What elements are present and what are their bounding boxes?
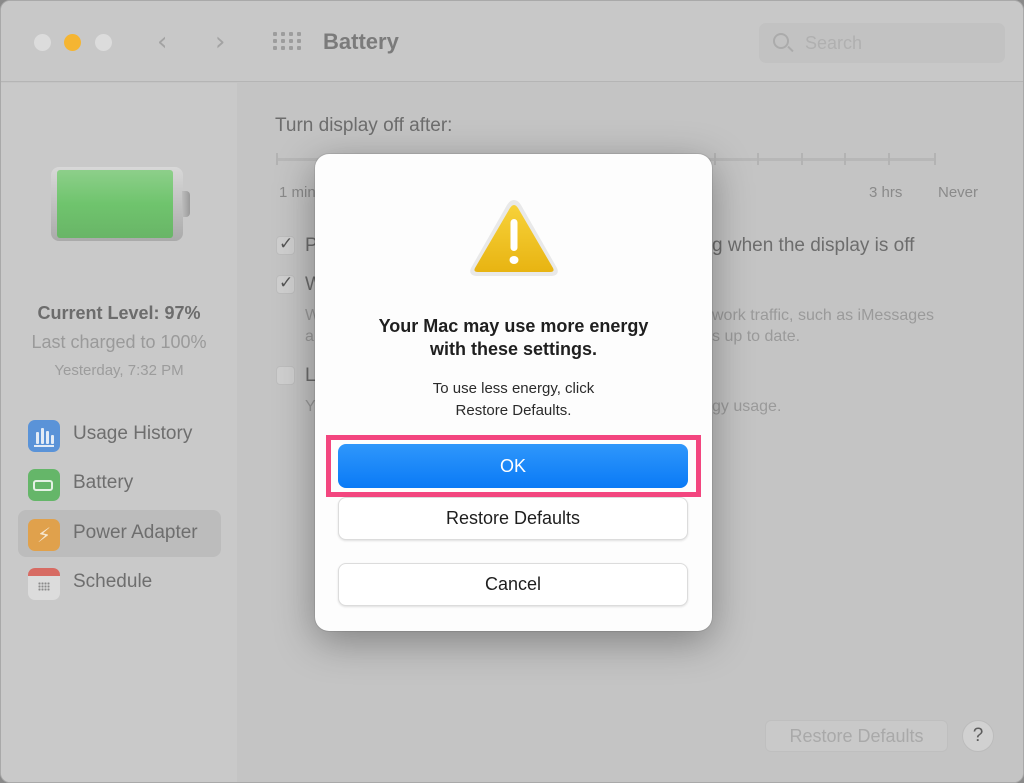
power-adapter-icon: ⚡ (28, 519, 60, 551)
option-2-desc-end: work traffic, such as iMessages (712, 307, 935, 324)
slider-tick-label: 1 min (279, 184, 316, 201)
option-2-checkbox[interactable] (276, 273, 295, 294)
option-3-label: L (305, 365, 316, 386)
slider-tick-label: 3 hrs (869, 184, 903, 201)
slider-tick (844, 153, 846, 165)
title-bar: ‹ › Battery Search (1, 1, 1023, 82)
warning-icon (470, 200, 558, 276)
sidebar-item-usage-history[interactable]: Usage History (18, 411, 221, 458)
show-all-grid-icon[interactable] (273, 32, 301, 52)
option-1-label-end: g when the display is off (712, 235, 915, 256)
cancel-button[interactable]: Cancel (338, 563, 688, 606)
option-3-checkbox[interactable] (276, 366, 295, 385)
restore-defaults-dialog-button[interactable]: Restore Defaults (338, 497, 688, 540)
sidebar-item-schedule[interactable]: Schedule (18, 559, 221, 606)
slider-tick-label: Never (938, 184, 979, 201)
minimize-window-button[interactable] (64, 34, 81, 51)
slider-tick (757, 153, 759, 165)
slider-tick (714, 153, 716, 165)
display-off-label: Turn display off after: (275, 115, 453, 136)
restore-defaults-button[interactable]: Restore Defaults (765, 720, 948, 752)
slider-tick (276, 153, 278, 165)
slider-tick (888, 153, 890, 165)
back-chevron-icon[interactable]: ‹ (157, 27, 167, 57)
dialog-title-line1: Your Mac may use more energy (378, 316, 649, 336)
current-level: Current Level: 97% (37, 303, 201, 323)
help-button[interactable]: ? (962, 720, 994, 752)
dialog-message-line2: Restore Defaults. (455, 402, 572, 419)
sidebar-item-label: Usage History (73, 423, 193, 444)
last-charged-time: Yesterday, 7:32 PM (54, 362, 184, 379)
zoom-window-button[interactable] (95, 34, 112, 51)
window-title: Battery (323, 29, 399, 54)
option-3-desc-end: gy usage. (712, 398, 782, 415)
system-preferences-window: ‹ › Battery Search Current Level: 97% La… (0, 0, 1024, 783)
dialog-message: To use less energy, click Restore Defaul… (315, 378, 712, 422)
battery-level-graphic (51, 167, 190, 241)
search-icon (773, 33, 789, 49)
close-window-button[interactable] (34, 34, 51, 51)
slider-tick (801, 153, 803, 165)
search-placeholder: Search (805, 33, 863, 53)
sidebar-item-battery[interactable]: Battery (18, 460, 221, 507)
sidebar-item-label: Battery (73, 472, 134, 493)
schedule-icon (28, 568, 60, 600)
search-input[interactable] (759, 23, 1005, 63)
usage-history-icon (28, 420, 60, 452)
battery-fill (57, 170, 174, 238)
dialog-message-line1: To use less energy, click (432, 380, 595, 397)
option-2-desc-line2: a (305, 328, 314, 345)
slider-tick (934, 153, 936, 165)
battery-icon (28, 469, 60, 501)
last-charged: Last charged to 100% (31, 332, 207, 352)
dialog-title: Your Mac may use more energy with these … (315, 315, 712, 361)
sidebar-item-power-adapter[interactable]: ⚡ Power Adapter (18, 510, 221, 557)
sidebar-item-label: Schedule (73, 571, 153, 592)
option-1-checkbox[interactable] (276, 234, 295, 255)
forward-chevron-icon[interactable]: › (215, 27, 225, 57)
ok-button[interactable]: OK (338, 444, 688, 488)
energy-warning-dialog: Your Mac may use more energy with these … (315, 154, 712, 631)
dialog-title-line2: with these settings. (429, 339, 598, 359)
option-2-desc-line2-end: s up to date. (712, 328, 801, 345)
sidebar-item-label: Power Adapter (73, 522, 198, 543)
